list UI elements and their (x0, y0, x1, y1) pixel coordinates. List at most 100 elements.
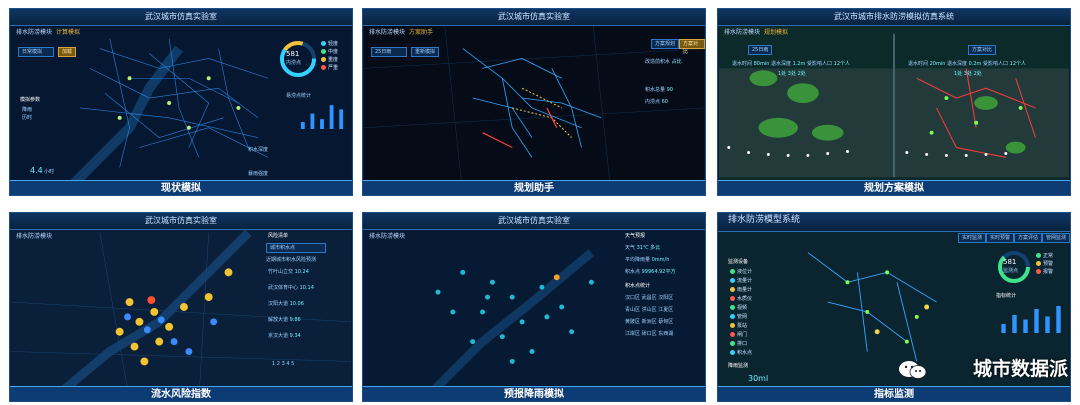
module-sub: 计算模拟 (56, 29, 81, 36)
param-item: 历时 (22, 115, 33, 121)
module-name: 排水防涝模块 (369, 233, 406, 240)
panel-title: 武汉市城市排水防涝模拟仿真系统 (834, 12, 954, 21)
plan-button[interactable]: 方案规划 (651, 39, 680, 49)
side-stat-label: 积水深度 (248, 147, 269, 153)
panel-rain-forecast: 武汉城市仿真实验室 排水防涝模块 天气预报 天气 31℃ 多云 平均降雨量 0m… (362, 212, 706, 402)
caption-bar: 现状模拟 (10, 180, 352, 195)
scenario-select[interactable]: 25日雨 (748, 45, 773, 55)
param-item: 降雨 (22, 107, 33, 113)
caption-bar: 流水风险指数 (10, 386, 352, 401)
side-stat-label: 易涝点统计 (286, 93, 312, 99)
device-list-item[interactable]: 泵站 (730, 323, 747, 330)
compare-button[interactable]: 方案对比 (968, 45, 997, 55)
bar (300, 122, 305, 129)
stats-right: 退水时间 20min 退水深度 0.2m 受影响人口 12个人 (908, 61, 1027, 67)
device-list-item[interactable]: 流量计 (730, 278, 752, 285)
param-value: 4.4 (30, 166, 43, 175)
device-list-item[interactable]: 闸门 (730, 332, 747, 339)
rerun-button[interactable]: 重新模拟 (411, 47, 440, 57)
weather-row: 平均降雨量 0mm/h (625, 257, 670, 263)
device-label: 雨量计 (737, 287, 753, 293)
caption-text: 预报降雨模拟 (504, 389, 564, 400)
bar (1034, 309, 1039, 333)
gauge-value: 581 (286, 50, 300, 58)
list-item[interactable]: 解放大道 9.86 (268, 317, 301, 324)
bar-chart (300, 105, 344, 129)
caption-bar: 指标监测 (718, 386, 1070, 401)
device-label: 视频 (737, 305, 748, 311)
bar (320, 119, 324, 129)
legend-item: 报警 (1036, 269, 1053, 276)
weather-row: 天气 31℃ 多云 (625, 245, 661, 251)
tab-pipe-monitor[interactable]: 管网监测 (1042, 233, 1070, 243)
module-label: 排水防涝模块 计算模拟 (16, 29, 80, 37)
title-bar: 武汉城市仿真实验室 (363, 9, 705, 26)
risk-list-title: 风险清单 (268, 233, 289, 239)
device-list-item[interactable]: 水质仪 (730, 296, 752, 303)
list-item[interactable]: 京汉大道 9.34 (268, 333, 301, 340)
device-label: 闸门 (737, 332, 748, 338)
list-item[interactable]: 竹叶山立交 10.24 (268, 269, 309, 276)
list-item[interactable]: 汉阳大道 10.06 (268, 301, 304, 308)
status-dot (730, 287, 735, 292)
tab-warning[interactable]: 实时预警 (986, 233, 1015, 243)
load-button[interactable]: 加载 (58, 47, 77, 57)
left-list-title: 监测设备 (728, 259, 749, 265)
risk-type-select[interactable]: 城市积水点 (266, 243, 326, 253)
district-row: 青山区 洪山区 江夏区 (625, 307, 674, 313)
weather-row: 积水点 99964.92平方 (625, 269, 676, 275)
scenario-select[interactable]: 25日雨 (371, 47, 407, 57)
device-list-item[interactable]: 液位计 (730, 269, 752, 276)
caption-text: 规划方案模拟 (864, 183, 924, 194)
title-bar: 武汉城市仿真实验室 (10, 9, 352, 26)
device-list-item[interactable]: 排口 (730, 341, 747, 348)
legend-dot (1036, 261, 1041, 266)
status-dot (730, 296, 735, 301)
compare-button[interactable]: 方案对比 (679, 39, 705, 55)
scenario-select[interactable]: 日常模拟 (18, 47, 54, 57)
device-label: 管网 (737, 314, 748, 320)
bottom-value: 30ml (748, 374, 769, 383)
legend-dot (321, 65, 326, 70)
title-bar: 排水防涝模型系统 (718, 213, 1070, 232)
device-list-item[interactable]: 视频 (730, 305, 747, 312)
tab-realtime[interactable]: 实时监测 (958, 233, 987, 243)
device-label: 流量计 (737, 278, 753, 284)
legend-dot (321, 41, 326, 46)
module-label: 排水防涝模块 规划模拟 (724, 29, 788, 37)
caption-bar: 规划方案模拟 (718, 180, 1070, 195)
status-dot (730, 269, 735, 274)
status-dot (730, 332, 735, 337)
legend-item: 正常 (1036, 253, 1053, 260)
device-list-item[interactable]: 雨量计 (730, 287, 752, 294)
legend-item: 预警 (1036, 261, 1053, 268)
caption-text: 现状模拟 (161, 183, 201, 194)
bar (339, 109, 344, 129)
bar (1045, 316, 1050, 333)
panel-title: 武汉城市仿真实验室 (145, 12, 217, 21)
weather-panel-title: 天气预报 (625, 233, 646, 239)
legend-dot (321, 57, 326, 62)
list-item[interactable]: 武汉体育中心 10.14 (268, 285, 314, 292)
gauge-value: 581 (1003, 258, 1017, 266)
tab-evaluation[interactable]: 方案评估 (1014, 233, 1043, 243)
device-list-item[interactable]: 管网 (730, 314, 747, 321)
module-label: 排水防涝模块 (369, 233, 405, 241)
legend-item: 严重 (321, 65, 338, 72)
bar (1001, 324, 1006, 333)
panel-planning-assistant: 武汉城市仿真实验室 排水防涝模块 方案助手 25日雨 重新模拟 方案规划 方案对比… (362, 8, 706, 196)
bar-chart (1001, 306, 1061, 333)
title-bar: 武汉城市仿真实验室 (363, 213, 705, 230)
param-box-title: 模拟参数 (20, 97, 41, 103)
panel-plan-simulation: 武汉市城市排水防涝模拟仿真系统 排水防涝模块 规划模拟 25日雨 方案对比 退水时… (717, 8, 1071, 196)
bar (1012, 315, 1017, 333)
legend-dot (1036, 253, 1041, 258)
pagination[interactable]: 1 2 3 4 5 (272, 361, 294, 368)
panel-title: 排水防涝模型系统 (728, 215, 801, 225)
module-label: 排水防涝模块 方案助手 (369, 29, 433, 37)
stat-row: 积水总量 90 (645, 87, 673, 93)
device-list-item[interactable]: 积水点 (730, 350, 752, 357)
legend-dot (1036, 269, 1041, 274)
stat-row: 改造前积水 占比 (645, 59, 682, 65)
status-dot (730, 350, 735, 355)
